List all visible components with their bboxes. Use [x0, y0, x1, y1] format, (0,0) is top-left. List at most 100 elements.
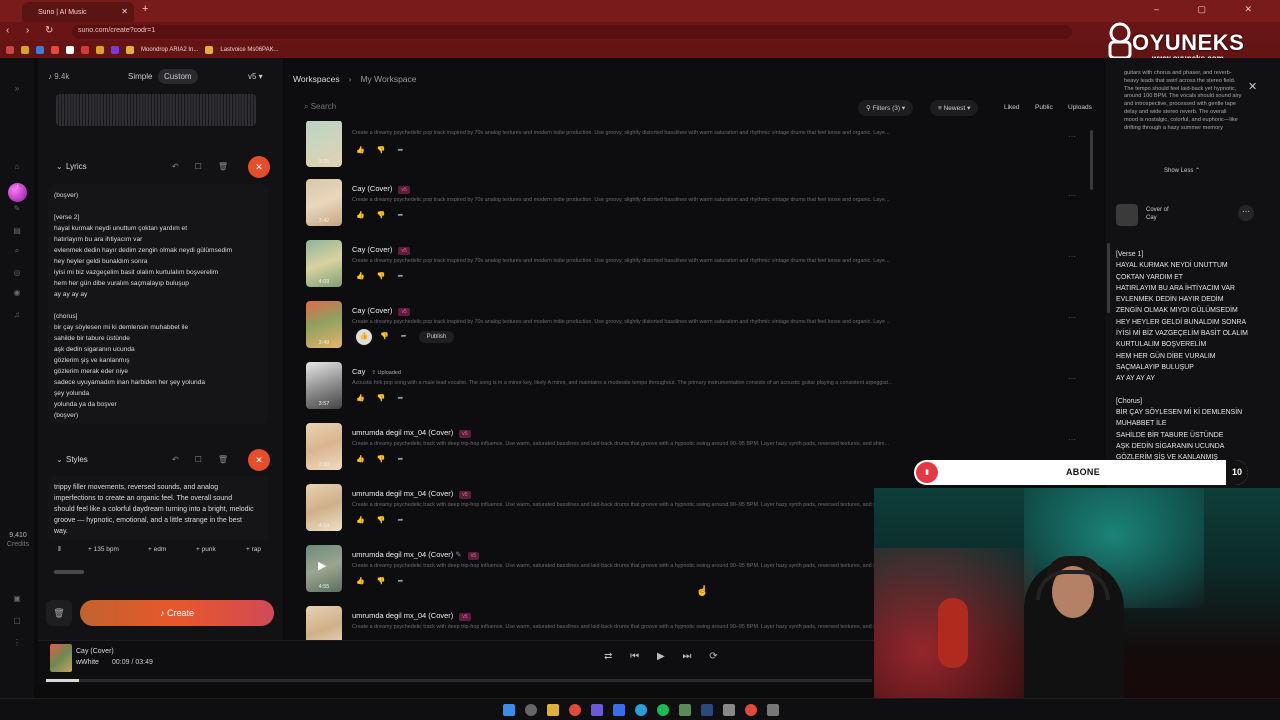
steam-icon[interactable]	[701, 704, 713, 716]
thumbs-down-icon[interactable]: 👎	[377, 395, 386, 402]
reload-icon[interactable]: ↻	[45, 25, 53, 36]
song-row[interactable]: 3:42 Cay (Cover) v5 Create a dreamy psych…	[306, 179, 1096, 237]
app-icon[interactable]	[745, 704, 757, 716]
song-row[interactable]: 3:35 Create a dreamy psychedelic pop tra…	[306, 121, 1096, 178]
thumbs-up-icon[interactable]: 👍	[356, 212, 365, 219]
thumbs-up-icon[interactable]: 👍	[356, 273, 365, 280]
thumbs-down-icon[interactable]: 👎	[377, 456, 386, 463]
browser-icon[interactable]	[569, 704, 581, 716]
folder-icon[interactable]	[205, 45, 214, 54]
bookmark-icon[interactable]	[51, 45, 59, 54]
app-icon[interactable]	[767, 704, 779, 716]
gift-icon[interactable]: ▣	[11, 594, 23, 606]
thumbs-up-icon[interactable]: 👍	[356, 329, 372, 345]
liked-filter[interactable]: Liked	[1004, 104, 1020, 111]
thumbs-up-icon[interactable]: 👍	[356, 456, 365, 463]
thumbs-up-icon[interactable]: 👍	[356, 578, 365, 585]
bookmark-icon[interactable]	[81, 45, 89, 54]
chevron-down-icon[interactable]: ⌄	[56, 455, 63, 464]
thumbs-up-icon[interactable]: 👍	[356, 517, 365, 524]
create-icon[interactable]: ♪	[11, 182, 23, 194]
more-icon[interactable]: ⋮	[11, 638, 23, 650]
playback-progress[interactable]	[46, 679, 872, 682]
library-icon[interactable]: ▤	[11, 226, 23, 238]
filters-button[interactable]: ⚲ Filters (3) ▾	[858, 100, 914, 116]
more-options-icon[interactable]: ⋯	[1068, 374, 1076, 383]
edit-icon[interactable]: ✎	[455, 550, 461, 559]
detail-scrollbar[interactable]	[1107, 243, 1110, 313]
more-options-icon[interactable]: ⋯	[1068, 313, 1076, 322]
telegram-icon[interactable]	[635, 704, 647, 716]
thumbs-down-icon[interactable]: 👎	[377, 517, 386, 524]
radio-icon[interactable]: ◉	[11, 288, 23, 300]
tag-filter-icon[interactable]: ⫴	[58, 546, 61, 554]
app-icon[interactable]	[591, 704, 603, 716]
thumbs-up-icon[interactable]: 👍	[356, 395, 365, 402]
song-title[interactable]: Cay (Cover) v5	[352, 184, 410, 194]
styles-section-header[interactable]: ⌄ Styles ↶☐🗑 ✕	[46, 449, 272, 471]
share-icon[interactable]: ➦	[397, 273, 403, 280]
credits[interactable]: 9,410 Credits	[3, 531, 33, 549]
window-controls[interactable]: – ▢ ✕	[1154, 4, 1270, 15]
magic-wand-button[interactable]: ✕	[248, 156, 270, 178]
more-options-icon[interactable]: ⋯	[1238, 205, 1254, 221]
bookmark-icon[interactable]	[96, 45, 104, 54]
sort-dropdown[interactable]: ≡ Newest ▾	[930, 100, 979, 116]
more-options-icon[interactable]: ⋯	[1068, 252, 1076, 261]
song-title[interactable]: umrumda degil mx_04 (Cover) v5	[352, 489, 471, 499]
bookmark-icon[interactable]	[36, 45, 44, 54]
folder-icon[interactable]	[126, 45, 134, 54]
search-icon[interactable]	[525, 704, 537, 716]
share-icon[interactable]: ➦	[397, 456, 403, 463]
home-icon[interactable]: ⌂	[11, 162, 23, 174]
tag-chip[interactable]: + rap	[246, 546, 261, 553]
magic-wand-button[interactable]: ✕	[248, 449, 270, 471]
publish-button[interactable]: Publish	[418, 331, 455, 343]
song-title[interactable]: Cay (Cover) v5	[352, 245, 410, 255]
breadcrumb-current[interactable]: My Workspace	[360, 74, 416, 84]
share-icon[interactable]: ➦	[397, 212, 403, 219]
more-options-icon[interactable]: ⋯	[1068, 435, 1076, 444]
expand-icon[interactable]: »	[11, 84, 23, 96]
thumbs-down-icon[interactable]: 👎	[377, 147, 386, 154]
previous-icon[interactable]: ⏮	[630, 651, 639, 662]
styles-tools[interactable]: ↶☐🗑	[172, 455, 244, 464]
play-icon[interactable]: ▶	[657, 651, 665, 662]
shuffle-icon[interactable]: ⇄	[604, 651, 612, 662]
song-title[interactable]: Cay ⇪ Uploaded	[352, 367, 401, 376]
chevron-down-icon[interactable]: ⌄	[56, 162, 63, 171]
app-icon[interactable]	[679, 704, 691, 716]
help-icon[interactable]: ▢	[11, 616, 23, 628]
app-icon[interactable]	[723, 704, 735, 716]
more-options-icon[interactable]: ⋯	[1068, 132, 1076, 141]
public-filter[interactable]: Public	[1035, 104, 1053, 111]
thumbs-down-icon[interactable]: 👎	[377, 212, 386, 219]
song-title[interactable]: umrumda degil mx_04 (Cover) ✎ v5	[352, 550, 479, 560]
song-row[interactable]: 4:09 Cay (Cover) v5 Create a dreamy psych…	[306, 240, 1096, 298]
song-title[interactable]: umrumda degil mx_04 (Cover) v5	[352, 428, 471, 438]
cover-of-card[interactable]: Cover of Cay ⋯	[1116, 196, 1266, 230]
cover-title[interactable]: Cay	[1146, 214, 1169, 222]
bookmark-icon[interactable]	[66, 45, 74, 54]
bookmark-icon[interactable]	[111, 45, 119, 54]
clear-button[interactable]: 🗑	[46, 600, 72, 626]
song-cover[interactable]	[306, 606, 342, 641]
close-icon[interactable]: ✕	[1248, 80, 1257, 93]
thumbs-down-icon[interactable]: 👎	[377, 273, 386, 280]
app-icon[interactable]	[613, 704, 625, 716]
bookmark-link[interactable]: Moondrop ARIA2 In...	[141, 47, 198, 53]
next-icon[interactable]: ⏭	[682, 651, 691, 662]
song-row[interactable]: 3:49 Cay (Cover) v5 Create a dreamy psych…	[306, 301, 1096, 359]
explore-icon[interactable]: ◎	[11, 268, 23, 280]
tag-chip[interactable]: + edm	[148, 546, 166, 553]
breadcrumb-workspaces[interactable]: Workspaces	[293, 74, 340, 84]
song-row[interactable]: 3:57 Cay ⇪ Uploaded Acoustic folk pop son…	[306, 362, 1096, 420]
thumbs-down-icon[interactable]: 👎	[377, 578, 386, 585]
explorer-icon[interactable]	[547, 704, 559, 716]
cover-thumbnail[interactable]	[1116, 204, 1138, 226]
back-icon[interactable]: ‹	[6, 25, 9, 36]
browser-tab[interactable]: Suno | AI Music ✕	[22, 2, 134, 22]
notifications-icon[interactable]: ♫	[11, 310, 23, 322]
tag-chip[interactable]: + punk	[196, 546, 216, 553]
new-tab-icon[interactable]: +	[142, 3, 148, 15]
